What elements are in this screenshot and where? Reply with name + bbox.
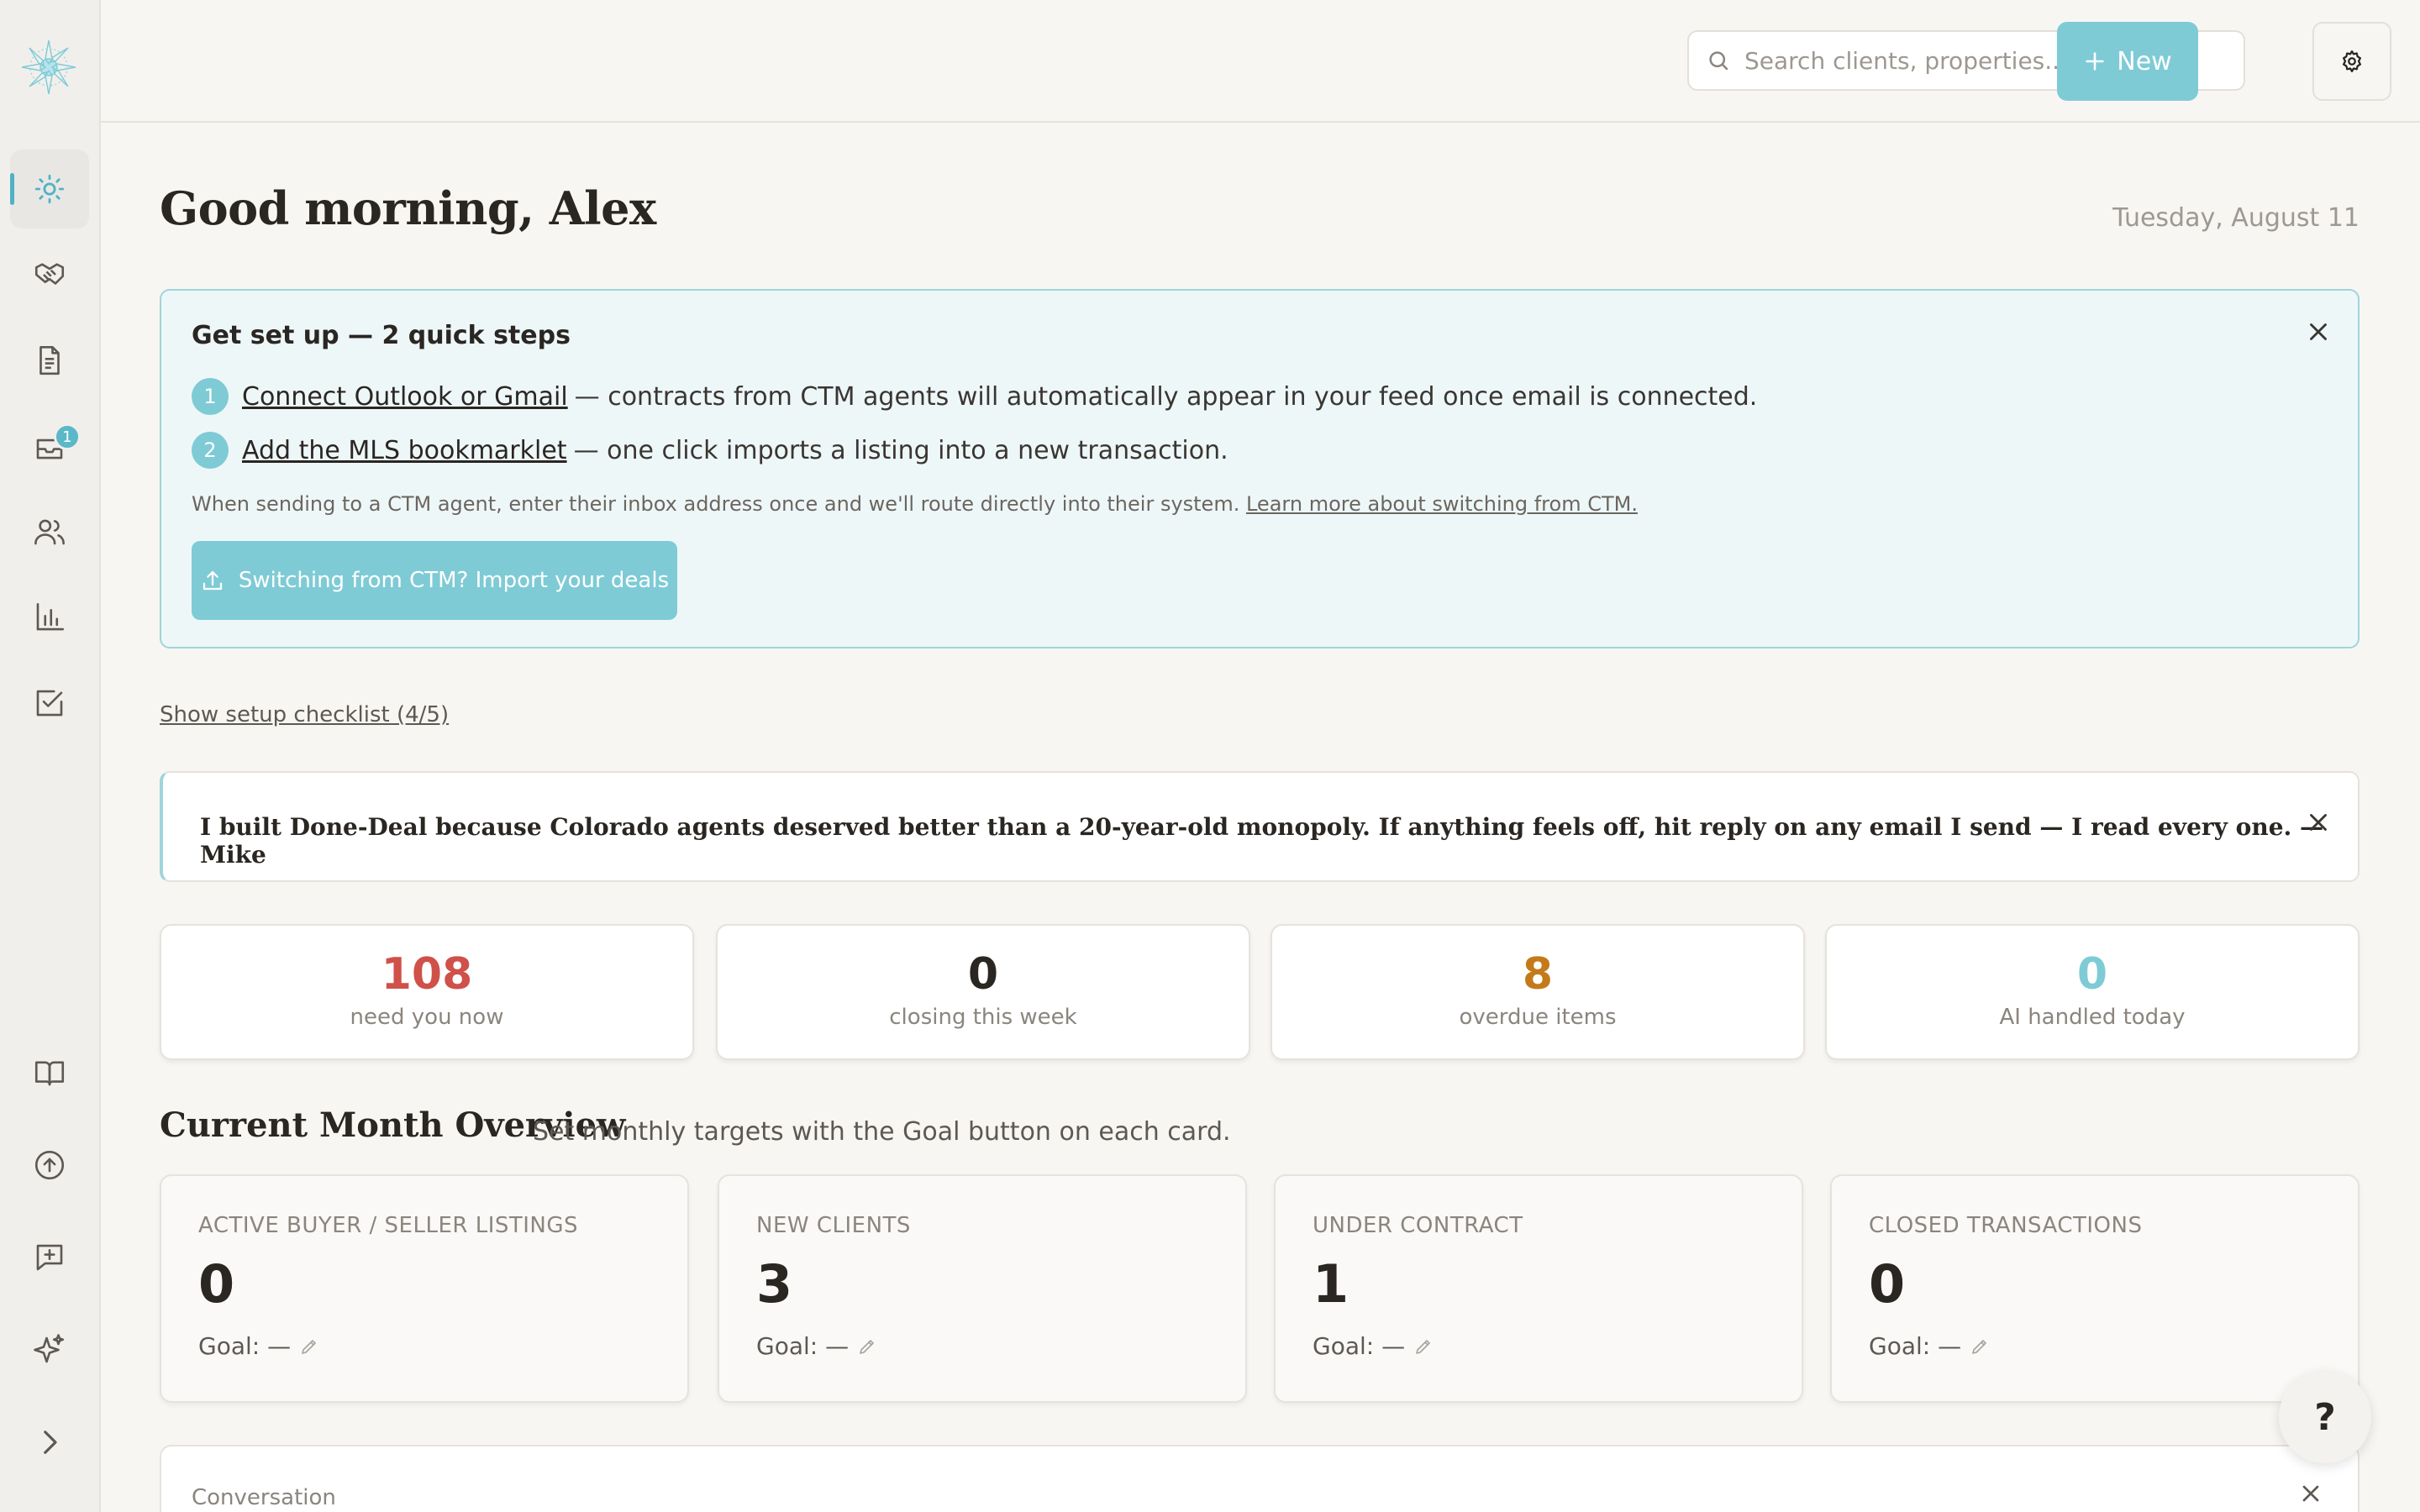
message-plus-icon (36, 1244, 63, 1271)
inbox-badge: 1 (54, 423, 81, 450)
nav-reports[interactable] (10, 578, 89, 657)
close-icon[interactable] (2304, 808, 2333, 837)
stat-label: need you now (350, 1005, 504, 1030)
new-button-label: New (2117, 46, 2172, 76)
setup-note-text: When sending to a CTM agent, enter their… (192, 492, 1240, 516)
nav-expand[interactable] (10, 1403, 89, 1482)
metric-value: 1 (1313, 1253, 1349, 1315)
users-icon (34, 519, 65, 545)
nav-inbox[interactable]: 1 (10, 407, 89, 486)
setup-step-2: 2 Add the MLS bookmarklet — one click im… (192, 432, 1228, 469)
metric-goal: Goal: — (198, 1332, 319, 1360)
stat-value: 0 (967, 949, 999, 1000)
mls-bookmarklet-link[interactable]: Add the MLS bookmarklet (242, 436, 567, 465)
pencil-icon[interactable] (1413, 1336, 1434, 1357)
nav-deals[interactable] (10, 235, 89, 314)
current-date: Tuesday, August 11 (2112, 203, 2360, 233)
sidebar: 1 (0, 0, 101, 1512)
new-button[interactable]: New (2057, 22, 2198, 101)
settings-button[interactable] (2312, 22, 2391, 101)
metric-goal: Goal: — (1869, 1332, 1990, 1360)
metric-title: CLOSED TRANSACTIONS (1869, 1213, 2143, 1238)
overview-subtitle: Set monthly targets with the Goal button… (533, 1117, 1231, 1147)
metric-title: NEW CLIENTS (756, 1213, 911, 1238)
nav-guides[interactable] (10, 1033, 89, 1112)
founder-quote: I built Done-Deal because Colorado agent… (200, 813, 2323, 869)
setup-title: Get set up — 2 quick steps (192, 321, 571, 350)
stat-label: closing this week (889, 1005, 1077, 1030)
nav-upload[interactable] (10, 1126, 89, 1205)
stat-overdue-items[interactable]: 8 overdue items (1270, 924, 1805, 1060)
metric-under-contract: UNDER CONTRACT 1 Goal: — (1274, 1174, 1803, 1403)
setup-card: Get set up — 2 quick steps 1 Connect Out… (160, 289, 2360, 648)
metric-title: UNDER CONTRACT (1313, 1213, 1523, 1238)
close-icon[interactable] (2297, 1480, 2324, 1507)
setup-checklist-link[interactable]: Show setup checklist (4/5) (160, 702, 449, 727)
stat-value: 0 (2076, 949, 2108, 1000)
pencil-icon[interactable] (857, 1336, 877, 1357)
document-icon (39, 345, 60, 375)
import-deals-label: Switching from CTM? Import your deals (238, 568, 670, 593)
nav-documents[interactable] (10, 321, 89, 400)
pencil-icon[interactable] (299, 1336, 319, 1357)
metric-title: ACTIVE BUYER / SELLER LISTINGS (198, 1213, 579, 1238)
nav-feedback[interactable] (10, 1218, 89, 1297)
step-number: 1 (192, 378, 229, 415)
stat-ai-handled[interactable]: 0 AI handled today (1825, 924, 2360, 1060)
goal-text: Goal: — (756, 1332, 850, 1360)
stat-value: 8 (1522, 949, 1554, 1000)
metric-value: 3 (756, 1253, 793, 1315)
help-button[interactable]: ? (2279, 1371, 2371, 1463)
learn-more-link[interactable]: Learn more about switching from CTM. (1246, 492, 1638, 516)
greeting-title: Good morning, Alex (160, 181, 656, 235)
close-icon[interactable] (2304, 318, 2333, 346)
chevron-right-icon (44, 1431, 57, 1454)
metric-value: 0 (198, 1253, 235, 1315)
stat-label: overdue items (1459, 1005, 1617, 1030)
handshake-icon (34, 263, 65, 285)
sunburst-logo[interactable] (18, 37, 79, 97)
plus-icon (2086, 52, 2104, 71)
stat-need-you-now[interactable]: 108 need you now (160, 924, 694, 1060)
nav-ai[interactable] (10, 1310, 89, 1389)
goal-text: Goal: — (198, 1332, 292, 1360)
metric-closed-transactions: CLOSED TRANSACTIONS 0 Goal: — (1830, 1174, 2360, 1403)
step-text: — contracts from CTM agents will automat… (574, 381, 1758, 412)
import-deals-button[interactable]: Switching from CTM? Import your deals (192, 541, 677, 620)
metric-active-listings: ACTIVE BUYER / SELLER LISTINGS 0 Goal: — (160, 1174, 689, 1403)
metric-value: 0 (1869, 1253, 1906, 1315)
pencil-icon[interactable] (1970, 1336, 1990, 1357)
step-number: 2 (192, 432, 229, 469)
conversation-card: Conversation (160, 1445, 2360, 1512)
checkbox-icon (36, 690, 63, 717)
founder-note: I built Done-Deal because Colorado agent… (160, 771, 2360, 882)
sparkles-icon (34, 1334, 65, 1363)
nav-tasks[interactable] (10, 664, 89, 743)
sun-icon (34, 174, 65, 204)
bar-chart-icon (36, 602, 65, 631)
step-text: — one click imports a listing into a new… (573, 435, 1228, 465)
metric-goal: Goal: — (756, 1332, 877, 1360)
nav-dashboard[interactable] (10, 150, 89, 228)
conversation-title: Conversation (192, 1485, 336, 1510)
stat-value: 108 (381, 949, 473, 1000)
goal-text: Goal: — (1313, 1332, 1406, 1360)
stat-label: AI handled today (1999, 1005, 2186, 1030)
setup-step-1: 1 Connect Outlook or Gmail — contracts f… (192, 378, 1757, 415)
upload-circle-icon (34, 1150, 65, 1180)
metric-new-clients: NEW CLIENTS 3 Goal: — (718, 1174, 1247, 1403)
book-icon (34, 1061, 65, 1086)
search-icon (1709, 51, 1728, 71)
setup-note: When sending to a CTM agent, enter their… (192, 492, 1638, 516)
nav-clients[interactable] (10, 492, 89, 571)
metric-goal: Goal: — (1313, 1332, 1434, 1360)
connect-email-link[interactable]: Connect Outlook or Gmail (242, 382, 568, 412)
goal-text: Goal: — (1869, 1332, 1962, 1360)
topbar: New (101, 0, 2420, 123)
upload-icon (203, 570, 223, 591)
stat-closing-this-week[interactable]: 0 closing this week (716, 924, 1250, 1060)
gear-icon (2343, 50, 2361, 72)
